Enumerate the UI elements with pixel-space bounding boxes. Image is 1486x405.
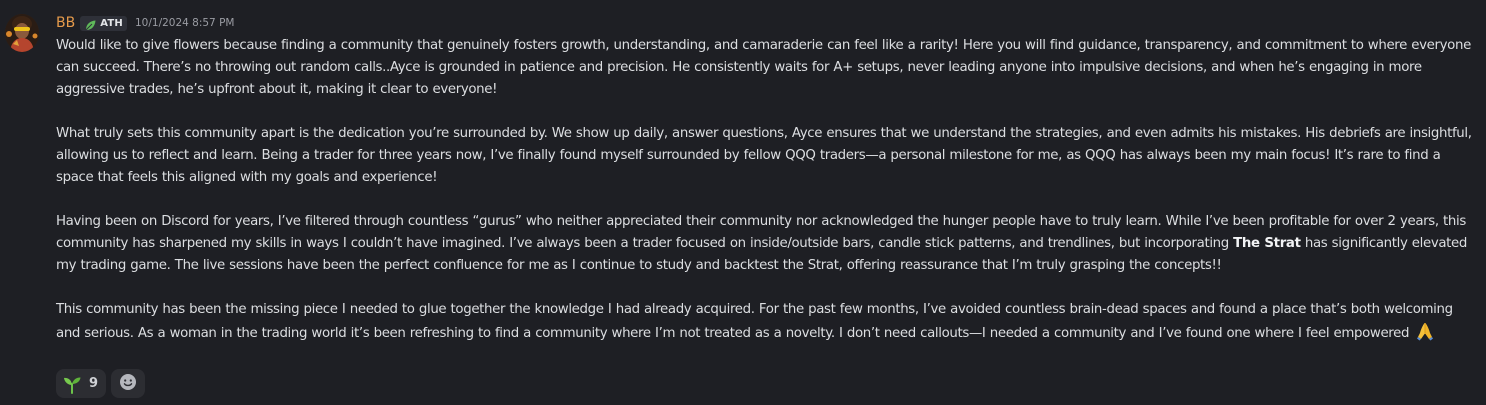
message-content: Would like to give flowers because findi… [56, 35, 1480, 345]
add-reaction-icon [118, 372, 138, 396]
message-header: BB ATH 10/1/2024 8:57 PM [56, 13, 234, 33]
reaction-count: 9 [89, 376, 99, 391]
seedling-icon [62, 374, 82, 394]
author-name[interactable]: BB [56, 15, 75, 31]
paragraph-text: This community has been the missing piec… [56, 302, 1453, 341]
avatar-image [5, 14, 39, 52]
timestamp[interactable]: 10/1/2024 8:57 PM [135, 17, 234, 29]
reaction-seedling[interactable]: 9 [56, 369, 107, 398]
folded-hands-emoji[interactable] [1415, 321, 1435, 341]
message-paragraph: This community has been the missing piec… [56, 299, 1480, 345]
chat-message: BB ATH 10/1/2024 8:57 PM Would like to g… [0, 0, 1486, 405]
message-paragraph: Would like to give flowers because findi… [56, 38, 1471, 97]
message-paragraph: What truly sets this community apart is … [56, 126, 1472, 185]
leaf-icon [84, 17, 97, 30]
server-tag-label: ATH [100, 17, 123, 29]
reactions-bar: 9 [56, 369, 146, 398]
message-paragraph: Having been on Discord for years, I’ve f… [56, 211, 1480, 277]
bold-text: The Strat [1233, 236, 1301, 251]
server-tag[interactable]: ATH [80, 15, 127, 31]
avatar[interactable] [5, 14, 39, 52]
add-reaction-button[interactable] [111, 369, 146, 398]
